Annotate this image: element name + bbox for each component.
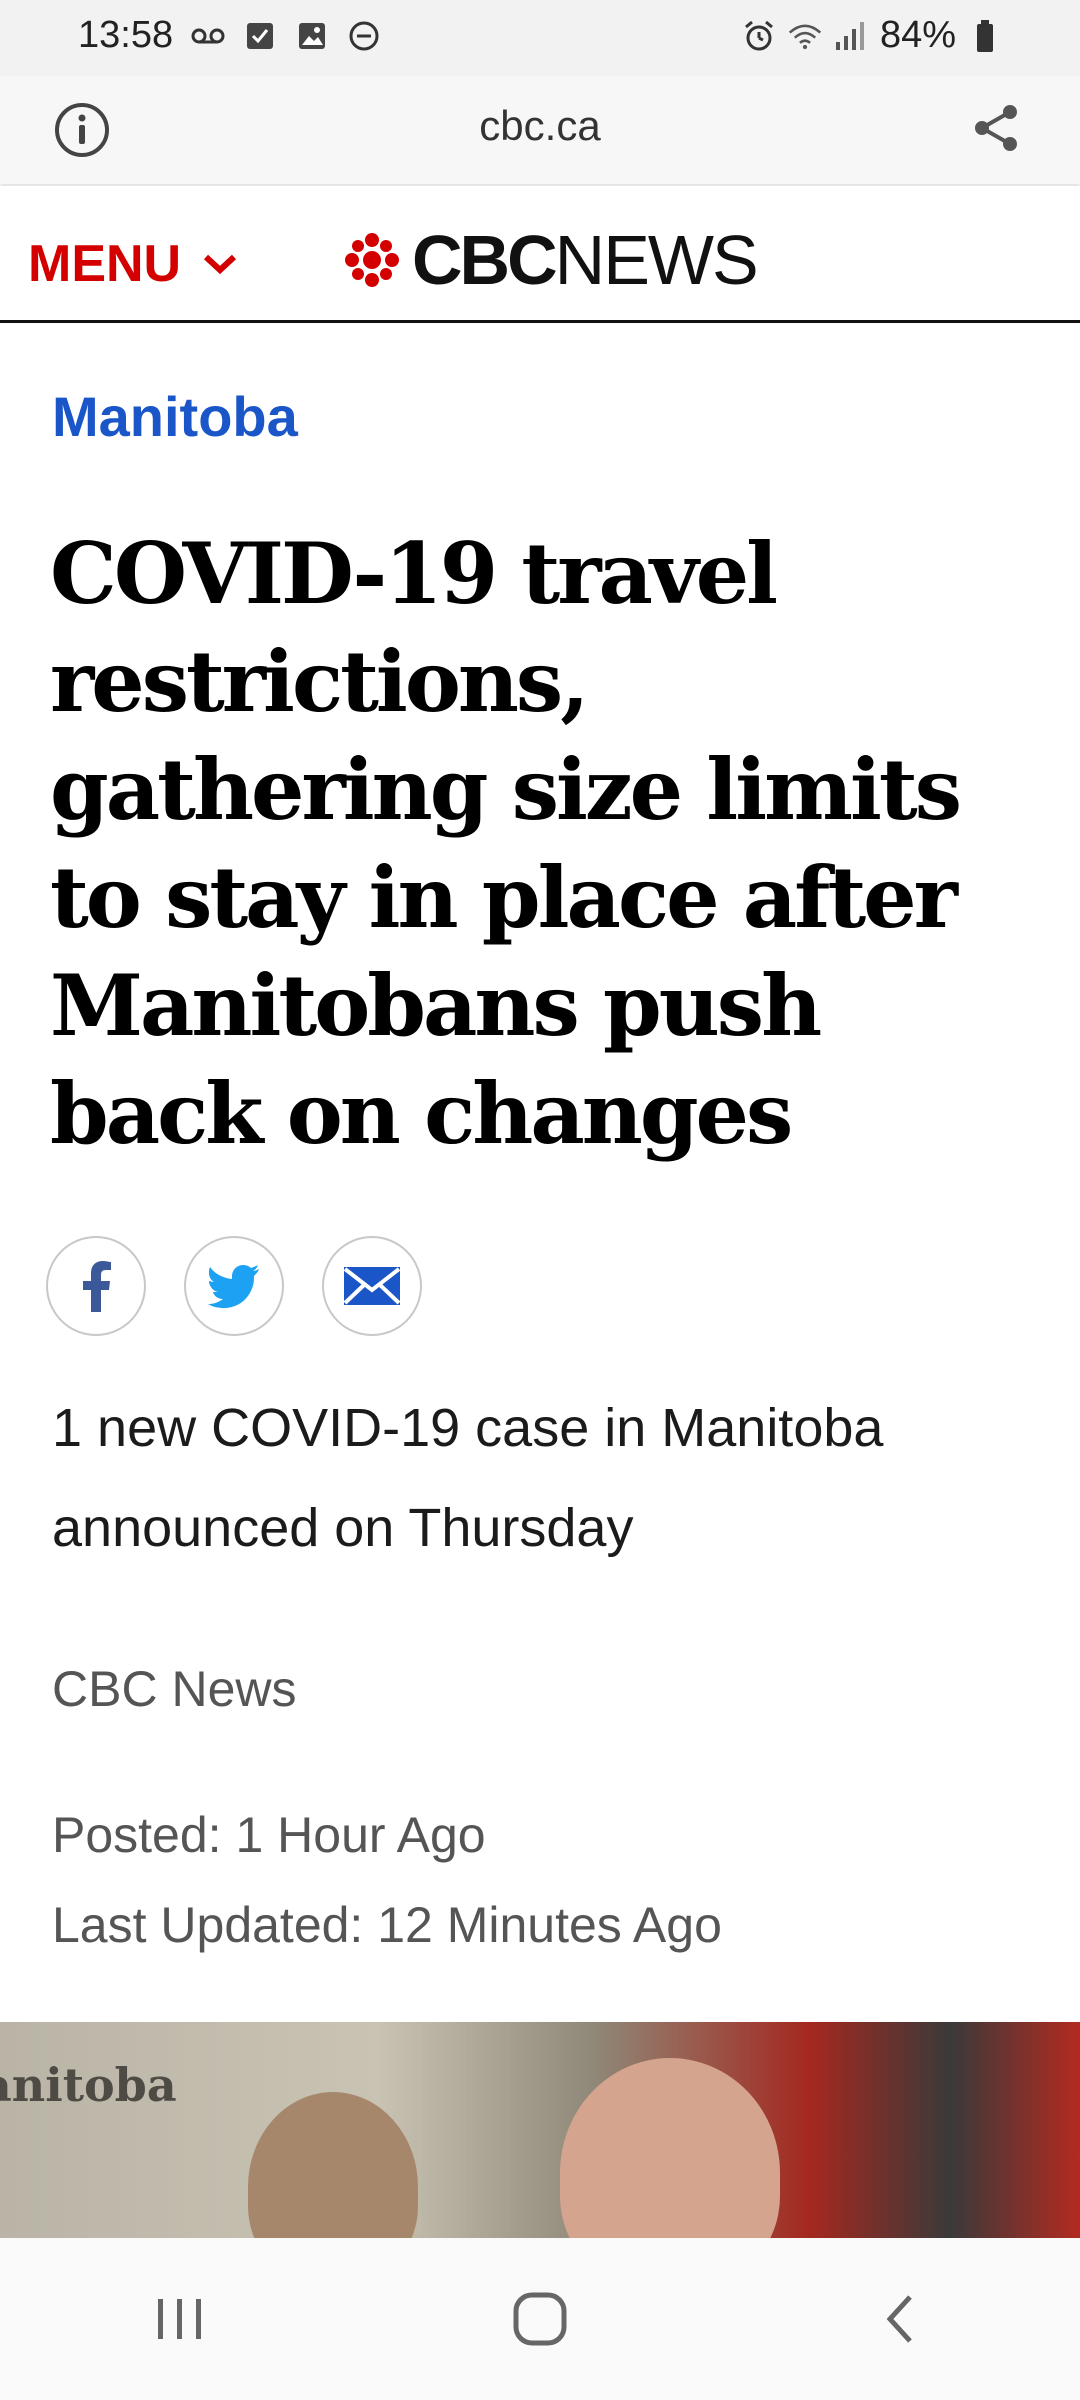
site-header: MENU CBC NEWS [0,186,1080,323]
twitter-share-button[interactable] [184,1236,284,1336]
home-icon[interactable] [480,2259,600,2379]
status-right: 84% [742,14,1002,57]
cbc-gem-icon [345,233,399,287]
battery-icon [968,19,1002,53]
cbc-news-logo[interactable]: CBC NEWS [344,220,759,300]
back-icon[interactable] [840,2259,960,2379]
section-link[interactable]: Manitoba [52,384,298,449]
do-not-disturb-icon [347,19,381,53]
share-icon[interactable] [966,98,1026,158]
menu-button[interactable]: MENU [28,234,237,294]
hero-image[interactable]: anitoba [0,2022,1080,2238]
url-text[interactable]: cbc.ca [0,102,1080,150]
byline: CBC News [52,1661,297,1717]
signal-icon [834,19,868,53]
posted-timestamp: Posted: 1 Hour Ago [52,1807,486,1863]
wifi-icon [788,19,822,53]
email-share-button[interactable] [322,1236,422,1336]
updated-timestamp: Last Updated: 12 Minutes Ago [52,1897,722,1953]
menu-label: MENU [28,235,182,293]
status-time: 13:58 [78,14,174,56]
browser-url-bar: cbc.ca [0,76,1080,184]
recents-icon[interactable] [120,2259,240,2379]
article-deck: 1 new COVID-19 case in Manitoba announce… [52,1398,884,1558]
facebook-share-button[interactable] [46,1236,146,1336]
email-icon [343,1267,401,1305]
battery-percent: 84% [879,14,956,56]
image-icon [295,19,329,53]
checkbox-icon [243,19,277,53]
person-right [560,2058,780,2238]
android-nav-bar [0,2238,1080,2400]
person-left [248,2092,418,2238]
status-bar: 13:58 84% [0,0,1080,76]
facebook-icon [83,1261,111,1312]
voicemail-icon [191,19,225,53]
logo-news-text: NEWS [554,221,759,299]
hero-photo-text: anitoba [0,2058,177,2112]
alarm-icon [742,19,776,53]
share-buttons [46,1236,422,1336]
logo-cbc-text: CBC [412,221,558,299]
chevron-down-icon [204,254,237,275]
article-headline: COVID-19 travel restrictions, gathering … [50,524,962,1163]
status-left: 13:58 [78,14,381,57]
twitter-icon [208,1265,259,1308]
